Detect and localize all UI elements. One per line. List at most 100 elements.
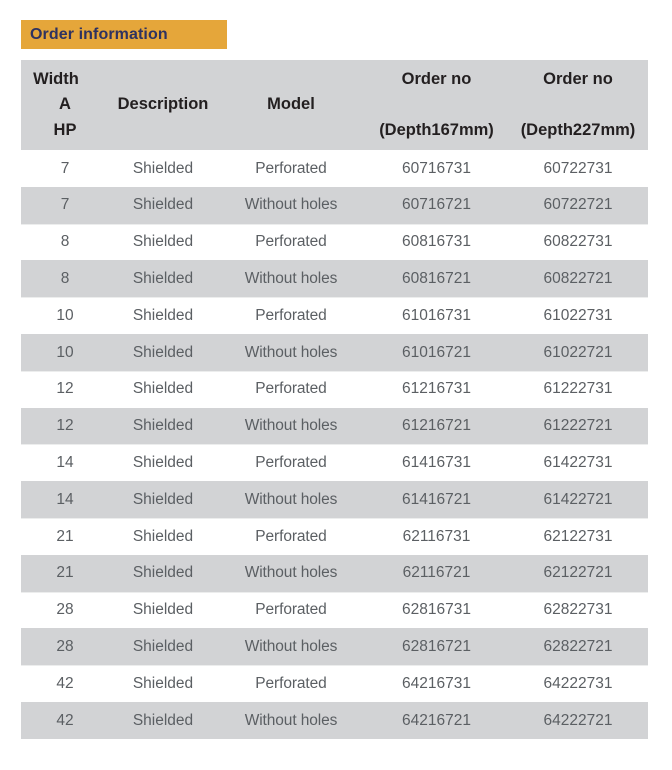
cell-model: Perforated: [217, 444, 365, 482]
cell-width: 28: [21, 628, 109, 666]
table-row: 10 Shielded Perforated 61016731 61022731: [21, 297, 648, 334]
cell-model: Perforated: [217, 591, 365, 629]
column-header-model-line-2: Model: [267, 95, 315, 114]
cell-order-no-167: 62116731: [365, 517, 508, 555]
cell-width: 12: [21, 370, 109, 408]
order-information-table: Width A HP Description Model Order no (D…: [21, 60, 648, 739]
cell-model: Perforated: [217, 297, 365, 334]
table-row: 12 Shielded Without holes 61216721 61222721: [21, 407, 648, 445]
cell-description: Shielded: [109, 665, 217, 702]
table-body: 7 Shielded Perforated 60716731 60722731 7 Shie…: [21, 150, 648, 739]
cell-width: 8: [21, 223, 109, 261]
cell-description: Shielded: [109, 701, 217, 739]
cell-order-no-167: 61416721: [365, 481, 508, 518]
cell-order-no-227: 60822721: [508, 260, 648, 298]
table-row: 21 Shielded Without holes 62116721 62122721: [21, 554, 648, 592]
table-header-row: Width A HP Description Model Order no (D…: [21, 60, 648, 150]
cell-order-no-227: 64222731: [508, 665, 648, 702]
table-row: 42 Shielded Without holes 64216721 64222721: [21, 701, 648, 739]
cell-description: Shielded: [109, 333, 217, 371]
cell-description: Shielded: [109, 370, 217, 408]
order-information-table-wrapper: Width A HP Description Model Order no (D…: [21, 60, 648, 739]
cell-order-no-227: 62122721: [508, 554, 648, 592]
table-row: 42 Shielded Perforated 64216731 64222731: [21, 665, 648, 702]
cell-width: 21: [21, 554, 109, 592]
cell-width: 7: [21, 186, 109, 224]
cell-order-no-167: 62816731: [365, 591, 508, 629]
cell-order-no-167: 60716721: [365, 186, 508, 224]
cell-description: Shielded: [109, 481, 217, 518]
cell-order-no-167: 60816731: [365, 223, 508, 261]
cell-model: Perforated: [217, 150, 365, 187]
cell-width: 8: [21, 260, 109, 298]
column-header-order-no-depth227-line-1: Order no: [543, 70, 613, 89]
table-row: 8 Shielded Without holes 60816721 60822721: [21, 260, 648, 298]
cell-order-no-167: 60716731: [365, 150, 508, 187]
table-row: 8 Shielded Perforated 60816731 60822731: [21, 223, 648, 261]
cell-model: Perforated: [217, 370, 365, 408]
cell-order-no-167: 62116721: [365, 554, 508, 592]
cell-width: 42: [21, 701, 109, 739]
section-title-banner: Order information: [21, 20, 227, 49]
column-header-order-no-depth167: Order no (Depth167mm): [365, 60, 508, 150]
column-header-description-line-2: Description: [117, 95, 209, 114]
column-header-order-no-depth227-line-3: (Depth227mm): [520, 120, 636, 139]
cell-model: Perforated: [217, 517, 365, 555]
cell-model: Without holes: [217, 701, 365, 739]
cell-model: Perforated: [217, 665, 365, 702]
cell-description: Shielded: [109, 407, 217, 445]
table-row: 7 Shielded Perforated 60716731 60722731: [21, 150, 648, 187]
table-row: 14 Shielded Without holes 61416721 61422721: [21, 481, 648, 518]
cell-order-no-167: 64216721: [365, 701, 508, 739]
cell-order-no-167: 60816721: [365, 260, 508, 298]
cell-width: 7: [21, 150, 109, 187]
cell-order-no-227: 61022731: [508, 297, 648, 334]
cell-description: Shielded: [109, 591, 217, 629]
cell-description: Shielded: [109, 554, 217, 592]
column-header-description: Description: [109, 60, 217, 150]
cell-order-no-227: 60822731: [508, 223, 648, 261]
column-header-width-line-3: HP: [53, 120, 77, 139]
cell-width: 12: [21, 407, 109, 445]
column-header-width-line-2: A: [59, 95, 71, 114]
page-root: Order information Width A HP Description…: [0, 0, 672, 770]
cell-description: Shielded: [109, 186, 217, 224]
cell-description: Shielded: [109, 297, 217, 334]
cell-order-no-227: 62822731: [508, 591, 648, 629]
cell-model: Without holes: [217, 554, 365, 592]
cell-order-no-167: 61016721: [365, 333, 508, 371]
cell-model: Perforated: [217, 223, 365, 261]
table-row: 28 Shielded Without holes 62816721 62822721: [21, 628, 648, 666]
cell-description: Shielded: [109, 150, 217, 187]
cell-model: Without holes: [217, 481, 365, 518]
cell-order-no-167: 62816721: [365, 628, 508, 666]
cell-order-no-227: 61422731: [508, 444, 648, 482]
cell-model: Without holes: [217, 186, 365, 224]
column-header-order-no-depth167-line-1: Order no: [401, 70, 472, 89]
column-header-width-line-1: Width: [33, 70, 79, 89]
table-row: 12 Shielded Perforated 61216731 61222731: [21, 370, 648, 408]
table-row: 28 Shielded Perforated 62816731 62822731: [21, 591, 648, 629]
table-row: 21 Shielded Perforated 62116731 62122731: [21, 517, 648, 555]
table-row: 7 Shielded Without holes 60716721 60722721: [21, 186, 648, 224]
cell-order-no-167: 64216731: [365, 665, 508, 702]
column-header-order-no-depth167-line-3: (Depth167mm): [379, 120, 494, 139]
cell-order-no-227: 61422721: [508, 481, 648, 518]
table-row: 14 Shielded Perforated 61416731 61422731: [21, 444, 648, 482]
cell-width: 42: [21, 665, 109, 702]
cell-order-no-167: 61216721: [365, 407, 508, 445]
cell-order-no-227: 61222731: [508, 370, 648, 408]
cell-order-no-167: 61216731: [365, 370, 508, 408]
cell-width: 10: [21, 333, 109, 371]
cell-order-no-227: 64222721: [508, 701, 648, 739]
section-title-label: Order information: [30, 25, 168, 43]
cell-model: Without holes: [217, 260, 365, 298]
cell-order-no-227: 61022721: [508, 333, 648, 371]
cell-description: Shielded: [109, 223, 217, 261]
cell-description: Shielded: [109, 260, 217, 298]
cell-model: Without holes: [217, 628, 365, 666]
cell-width: 28: [21, 591, 109, 629]
cell-order-no-227: 62122731: [508, 517, 648, 555]
cell-model: Without holes: [217, 407, 365, 445]
cell-order-no-227: 62822721: [508, 628, 648, 666]
